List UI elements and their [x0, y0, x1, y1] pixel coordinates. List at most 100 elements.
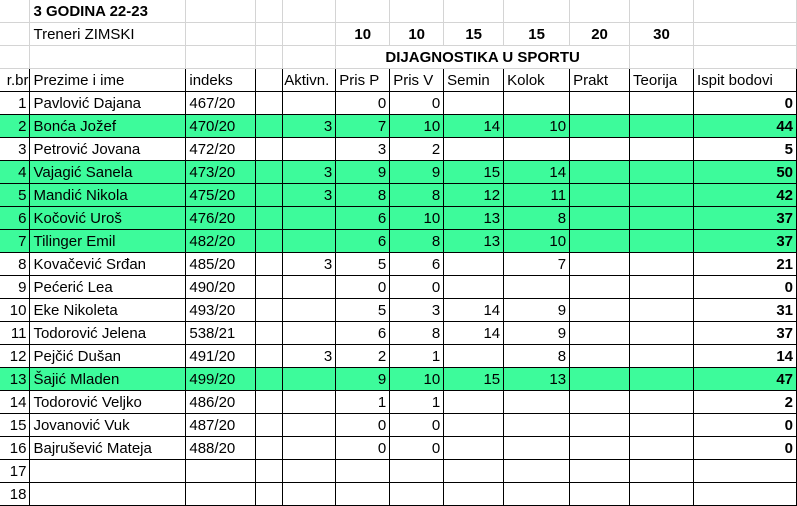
cell[interactable] [255, 206, 284, 230]
ispit-bodovi-cell[interactable]: 42 [693, 183, 797, 207]
aktivnost-cell[interactable]: 3 [282, 344, 337, 368]
prakt-cell[interactable] [569, 436, 631, 460]
student-index[interactable]: 487/20 [185, 413, 257, 437]
cell[interactable] [569, 0, 631, 23]
row-number[interactable]: 4 [0, 160, 31, 184]
student-name[interactable]: Vajagić Sanela [29, 160, 187, 184]
cell[interactable] [255, 160, 284, 184]
row-number[interactable]: 8 [0, 252, 31, 276]
row-number[interactable]: 7 [0, 229, 31, 253]
section-title[interactable]: DIJAGNOSTIKA U SPORTU [335, 45, 631, 69]
student-index[interactable] [185, 459, 257, 483]
teorija-cell[interactable] [629, 459, 694, 483]
pris-p-cell[interactable]: 9 [335, 367, 391, 391]
student-index[interactable]: 467/20 [185, 91, 257, 115]
ispit-bodovi-cell[interactable]: 21 [693, 252, 797, 276]
teorija-cell[interactable] [629, 160, 694, 184]
row-number[interactable]: 18 [0, 482, 31, 506]
max-points-cell[interactable]: 10 [335, 22, 391, 46]
aktivnost-cell[interactable] [282, 367, 337, 391]
aktivnost-cell[interactable] [282, 91, 337, 115]
semin-cell[interactable]: 14 [443, 114, 505, 138]
cell[interactable] [255, 0, 284, 23]
pris-p-cell[interactable]: 2 [335, 344, 391, 368]
cell[interactable] [443, 0, 505, 23]
max-points-cell[interactable]: 15 [443, 22, 505, 46]
semin-cell[interactable] [443, 459, 505, 483]
cell[interactable] [255, 252, 284, 276]
pris-p-cell[interactable]: 0 [335, 436, 391, 460]
prakt-cell[interactable] [569, 482, 631, 506]
cell[interactable] [389, 0, 445, 23]
prakt-cell[interactable] [569, 275, 631, 299]
semin-cell[interactable] [443, 275, 505, 299]
header-aktivn[interactable]: Aktivn. [282, 68, 337, 92]
pris-p-cell[interactable]: 9 [335, 160, 391, 184]
cell[interactable] [693, 22, 797, 46]
prakt-cell[interactable] [569, 390, 631, 414]
cell[interactable] [282, 0, 337, 23]
teorija-cell[interactable] [629, 137, 694, 161]
aktivnost-cell[interactable]: 3 [282, 252, 337, 276]
pris-p-cell[interactable]: 6 [335, 229, 391, 253]
kolok-cell[interactable]: 10 [503, 229, 571, 253]
prakt-cell[interactable] [569, 137, 631, 161]
header-index[interactable]: indeks [185, 68, 257, 92]
cell[interactable] [255, 137, 284, 161]
row-number[interactable]: 10 [0, 298, 31, 322]
cell[interactable] [255, 367, 284, 391]
row-number[interactable]: 3 [0, 137, 31, 161]
teorija-cell[interactable] [629, 367, 694, 391]
pris-v-cell[interactable]: 8 [389, 229, 445, 253]
header-semin[interactable]: Semin [443, 68, 505, 92]
student-index[interactable]: 499/20 [185, 367, 257, 391]
student-name[interactable]: Eke Nikoleta [29, 298, 187, 322]
semin-cell[interactable] [443, 137, 505, 161]
pris-p-cell[interactable]: 6 [335, 206, 391, 230]
cell[interactable] [255, 229, 284, 253]
pris-v-cell[interactable]: 0 [389, 275, 445, 299]
row-number[interactable]: 17 [0, 459, 31, 483]
cell[interactable] [185, 0, 257, 23]
cell[interactable] [255, 321, 284, 345]
pris-v-cell[interactable]: 1 [389, 344, 445, 368]
pris-p-cell[interactable]: 8 [335, 183, 391, 207]
student-index[interactable]: 472/20 [185, 137, 257, 161]
cell[interactable] [255, 183, 284, 207]
teorija-cell[interactable] [629, 229, 694, 253]
prakt-cell[interactable] [569, 252, 631, 276]
student-index[interactable]: 476/20 [185, 206, 257, 230]
teorija-cell[interactable] [629, 298, 694, 322]
aktivnost-cell[interactable] [282, 413, 337, 437]
prakt-cell[interactable] [569, 298, 631, 322]
student-name[interactable] [29, 459, 187, 483]
student-index[interactable]: 473/20 [185, 160, 257, 184]
cell[interactable] [255, 459, 284, 483]
aktivnost-cell[interactable] [282, 206, 337, 230]
student-name[interactable]: Petrović Jovana [29, 137, 187, 161]
ispit-bodovi-cell[interactable]: 37 [693, 229, 797, 253]
semin-cell[interactable] [443, 482, 505, 506]
pris-p-cell[interactable]: 1 [335, 390, 391, 414]
pris-p-cell[interactable]: 3 [335, 137, 391, 161]
student-name[interactable]: Kovačević Srđan [29, 252, 187, 276]
cell[interactable] [255, 390, 284, 414]
student-index[interactable]: 538/21 [185, 321, 257, 345]
semin-cell[interactable] [443, 413, 505, 437]
kolok-cell[interactable]: 9 [503, 321, 571, 345]
pris-v-cell[interactable]: 0 [389, 91, 445, 115]
pris-p-cell[interactable]: 7 [335, 114, 391, 138]
cell[interactable] [0, 0, 31, 23]
kolok-cell[interactable]: 10 [503, 114, 571, 138]
student-name[interactable]: Mandić Nikola [29, 183, 187, 207]
prakt-cell[interactable] [569, 344, 631, 368]
pris-v-cell[interactable]: 10 [389, 206, 445, 230]
header-pris-p[interactable]: Pris P [335, 68, 391, 92]
row-number[interactable]: 6 [0, 206, 31, 230]
cell[interactable] [255, 275, 284, 299]
cell[interactable] [693, 0, 797, 23]
semin-cell[interactable]: 14 [443, 298, 505, 322]
semin-cell[interactable]: 13 [443, 206, 505, 230]
pris-v-cell[interactable]: 9 [389, 160, 445, 184]
sheet-subtitle[interactable]: Treneri ZIMSKI [29, 22, 187, 46]
